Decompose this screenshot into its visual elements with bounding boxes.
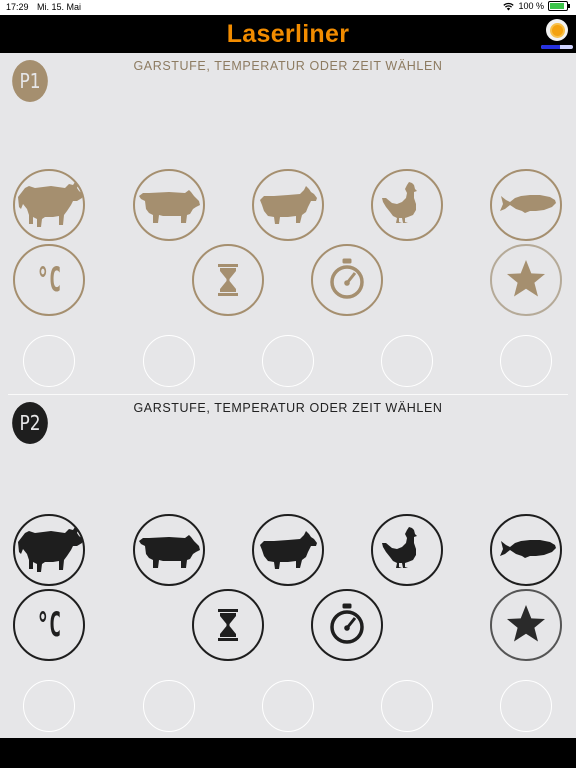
veal-icon — [254, 171, 322, 239]
probe-1-favorite-button[interactable] — [490, 244, 562, 316]
star-icon — [492, 246, 560, 314]
beef-icon — [15, 171, 83, 239]
probe-2-temperature-button[interactable]: °C — [13, 589, 85, 661]
app-header: Laserliner — [0, 15, 576, 53]
wifi-icon — [503, 2, 515, 10]
probe-2-pork-button[interactable] — [133, 514, 205, 586]
fish-icon — [492, 516, 560, 584]
probe-2-slot-4[interactable] — [381, 680, 433, 732]
probe-1-slot-2[interactable] — [143, 335, 195, 387]
brightness-button[interactable] — [546, 19, 568, 41]
stopwatch-icon — [313, 591, 381, 659]
brand-logo: Laserliner — [226, 20, 350, 48]
probe-1-pork-button[interactable] — [133, 169, 205, 241]
probe-1-veal-button[interactable] — [252, 169, 324, 241]
probe-2-panel: P2 GARSTUFE, TEMPERATUR ODER ZEIT WÄHLEN… — [0, 395, 576, 738]
hourglass-icon — [194, 246, 262, 314]
battery-icon — [548, 1, 570, 11]
probe-2-poultry-button[interactable] — [371, 514, 443, 586]
probe-2-veal-button[interactable] — [252, 514, 324, 586]
probe-1-fish-button[interactable] — [490, 169, 562, 241]
probe-1-poultry-button[interactable] — [371, 169, 443, 241]
bottom-bar — [0, 738, 576, 768]
status-date: Mi. 15. Mai — [37, 2, 82, 12]
probe-2-fish-button[interactable] — [490, 514, 562, 586]
probe-1-panel: P1 GARSTUFE, TEMPERATUR ODER ZEIT WÄHLEN… — [0, 53, 576, 393]
celsius-icon: °C — [37, 259, 61, 299]
status-right: 100 % — [503, 1, 570, 11]
probe-1-title: GARSTUFE, TEMPERATUR ODER ZEIT WÄHLEN — [133, 59, 443, 73]
status-time: 17:29 — [6, 2, 29, 12]
status-bar: 17:29 Mi. 15. Mai 100 % — [0, 0, 576, 15]
beef-icon — [15, 516, 83, 584]
probe-2-stopwatch-button[interactable] — [311, 589, 383, 661]
probe-2-slot-1[interactable] — [23, 680, 75, 732]
veal-icon — [254, 516, 322, 584]
poultry-icon — [373, 516, 441, 584]
probe-1-stopwatch-button[interactable] — [311, 244, 383, 316]
celsius-icon: °C — [37, 604, 61, 644]
probe-2-slot-2[interactable] — [143, 680, 195, 732]
probe-2-slot-5[interactable] — [500, 680, 552, 732]
probe-2-favorite-button[interactable] — [490, 589, 562, 661]
poultry-icon — [373, 171, 441, 239]
celsius-icon-label: °C — [37, 604, 61, 644]
pork-icon — [135, 516, 203, 584]
fish-icon — [492, 171, 560, 239]
probe-1-timer-button[interactable] — [192, 244, 264, 316]
connection-progress-fill — [541, 45, 561, 49]
stopwatch-icon — [313, 246, 381, 314]
probe-2-slot-3[interactable] — [262, 680, 314, 732]
probe-1-slot-3[interactable] — [262, 335, 314, 387]
probe-1-slot-4[interactable] — [381, 335, 433, 387]
celsius-icon-label: °C — [37, 259, 61, 299]
probe-1-slot-1[interactable] — [23, 335, 75, 387]
connection-progress — [541, 45, 573, 49]
pork-icon — [135, 171, 203, 239]
sun-icon — [551, 24, 563, 36]
probe-1-beef-button[interactable] — [13, 169, 85, 241]
star-icon — [492, 591, 560, 659]
battery-percent: 100 % — [518, 1, 544, 11]
probe-1-slot-5[interactable] — [500, 335, 552, 387]
probe-2-beef-button[interactable] — [13, 514, 85, 586]
probe-2-timer-button[interactable] — [192, 589, 264, 661]
probe-2-title: GARSTUFE, TEMPERATUR ODER ZEIT WÄHLEN — [133, 401, 443, 415]
hourglass-icon — [194, 591, 262, 659]
probe-1-temperature-button[interactable]: °C — [13, 244, 85, 316]
